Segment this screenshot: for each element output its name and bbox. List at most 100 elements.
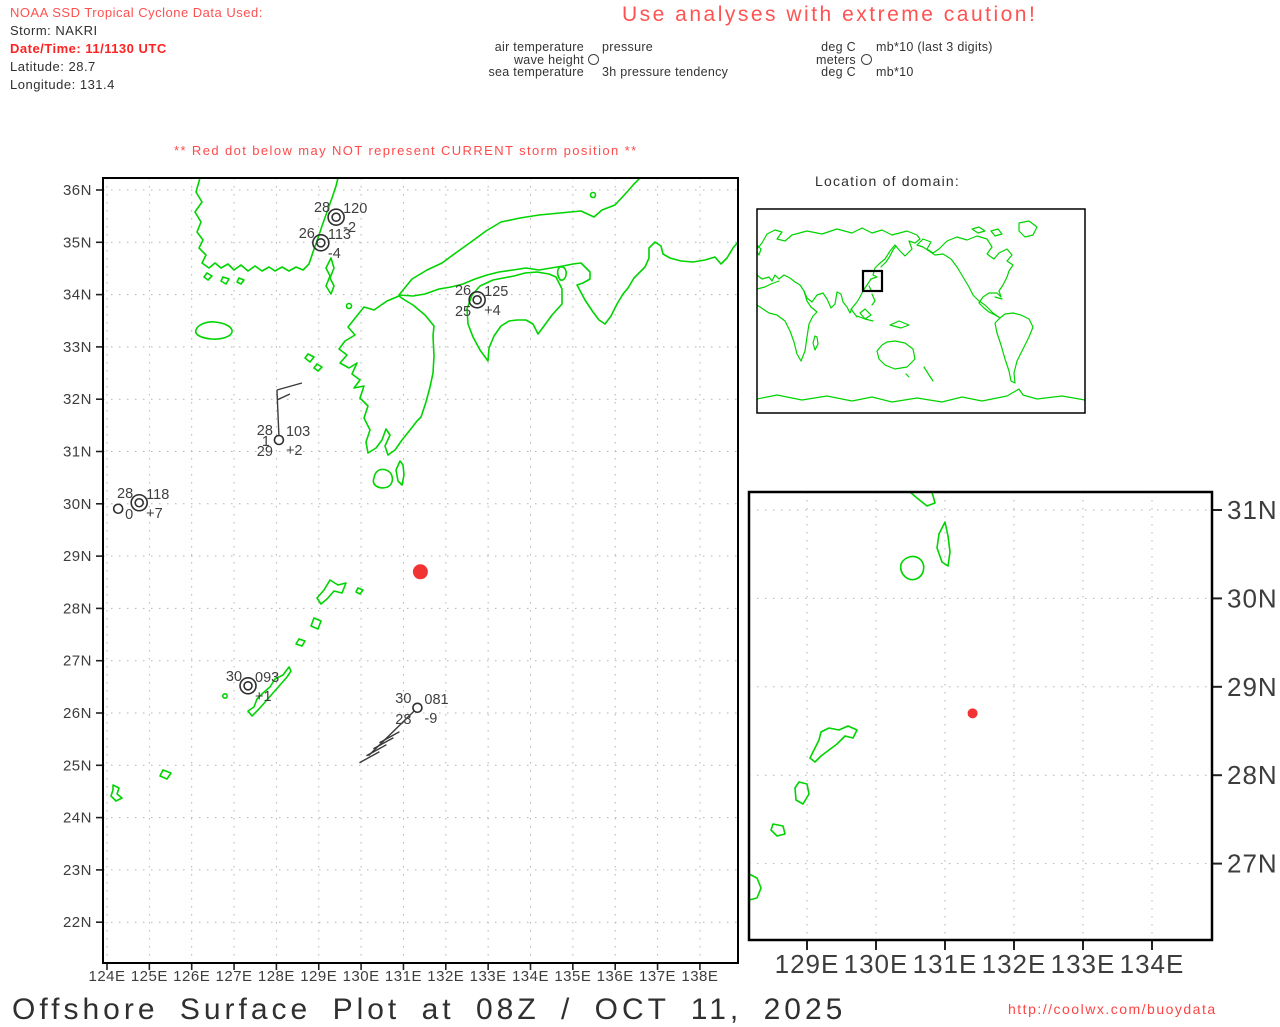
world-south-america [995,313,1033,383]
noaa-data-line: NOAA SSD Tropical Cyclone Data Used: [10,5,263,20]
coastline-awaji [558,267,567,280]
inset-map-gridlines [749,492,1212,940]
coastline-amami [810,726,857,762]
coastline-kerama [223,694,227,698]
storm-position-warning: ** Red dot below may NOT represent CURRE… [174,143,638,158]
station-air-temp: 30 [395,691,411,707]
lat-label: 24N [63,810,92,827]
coastline-tokunoshima [311,618,321,629]
main-map-axes: 124E125E126E127E128E129E130E131E132E133E… [63,182,718,985]
coastline-goto [305,354,314,362]
longitude-line: Longitude: 131.4 [10,77,115,92]
coastline-tanegashima-tip [910,492,935,506]
station-outer-circle [328,209,344,225]
station-plot: 26113-4 [299,226,351,262]
station-plot: 281180+7 [114,486,170,523]
coastline-miyako [160,770,171,779]
lat-label: 32N [63,391,92,408]
coastline-okinawa-tip [749,874,761,900]
world-coastlines [757,221,1085,402]
legend-units-mb10: mb*10 [876,65,914,79]
legend-sea-temperature: sea temperature [450,65,584,79]
lon-label: 127E [216,968,253,985]
source-url: http://coolwx.com/buoydata [1008,1001,1217,1017]
station-pressure: 103 [286,424,310,440]
station-sea-temp: 25 [455,304,471,320]
lon-label: 133E [470,968,507,985]
offshore-surface-plot-page: { "colors": { "coastline_green": "#00d40… [0,0,1280,1024]
station-pressure: 081 [424,692,448,708]
station-circle-icon [861,54,872,65]
world-taiwan [869,286,871,290]
station-inner-circle [135,499,143,507]
lon-label: 132E [427,968,464,985]
coastline-oki [591,193,596,198]
station-pressure: 118 [146,487,169,503]
latitude-line: Latitude: 28.7 [10,59,96,74]
lon-label: 133E [1051,949,1116,979]
station-outer-circle [240,678,256,694]
station-air-temp: 28 [314,200,330,216]
world-africa-north [757,281,779,289]
lon-label: 128E [258,968,295,985]
station-pressure: 120 [343,201,367,217]
station-circle [413,703,422,712]
station-air-temp: 28 [117,486,133,502]
station-air-temp: 26 [455,283,471,299]
wind-barb [277,383,302,390]
station-pressure: 125 [484,284,508,300]
coastline-yakushima [901,557,924,580]
lon-label: 136E [597,968,634,985]
coastline-okinoerabu [771,824,785,836]
lon-label: 135E [554,968,591,985]
coastline-iki [347,304,352,309]
lat-label: 31N [1227,495,1278,525]
world-madagascar [813,336,818,350]
lon-label: 131E [913,949,978,979]
lat-label: 28N [1227,760,1278,790]
surface-stations: 28120-226113-42612525+428103129+2281180+… [114,200,509,763]
lon-label: 125E [131,968,168,985]
lon-label: 132E [982,949,1047,979]
station-circle-icon [588,54,599,65]
lon-label: 137E [639,968,676,985]
world-new-zealand [924,367,933,381]
lon-label: 129E [775,949,840,979]
world-australia [877,341,915,369]
lat-label: 28N [63,600,92,617]
coastline-korea [195,178,338,271]
station-plot: 2612525+4 [455,283,508,320]
caution-banner: Use analyses with extreme caution! [622,3,1037,27]
storm-name-line: Storm: NAKRI [10,23,98,38]
coastline-ishigaki [111,785,122,801]
station-pressure-tendency: -9 [424,711,437,727]
world-north-america [917,236,1013,318]
lon-label: 124E [88,968,125,985]
storm-position-layer [413,564,428,579]
lon-label: 131E [385,968,422,985]
station-plot: 3008128-9 [359,691,448,763]
station-inner-circle [244,682,252,690]
station-pressure-tendency: -4 [328,246,341,262]
domain-rectangle [863,271,882,291]
coastline-yakushima [373,469,392,487]
datetime-line: Date/Time: 11/1130 UTC [10,41,167,56]
wind-barb [277,390,279,436]
coastline-goto [314,364,322,371]
station-pressure-tendency: +7 [146,506,163,522]
world-japan [881,246,896,267]
world-map-border [757,209,1085,413]
world-philippines [872,294,875,305]
lon-label: 138E [681,968,718,985]
lat-label: 30N [63,496,92,513]
coastline-tanegashima [937,522,950,566]
station-air-temp: 30 [226,669,242,685]
world-greenland [1019,221,1037,237]
station-inner-circle [317,239,325,247]
inset-map-border [749,492,1212,940]
world-indonesia [857,316,873,321]
station-plot: 28103129+2 [257,383,310,460]
domain-map-title: Location of domain: [815,173,960,189]
lat-label: 27N [63,653,92,670]
lon-label: 134E [512,968,549,985]
